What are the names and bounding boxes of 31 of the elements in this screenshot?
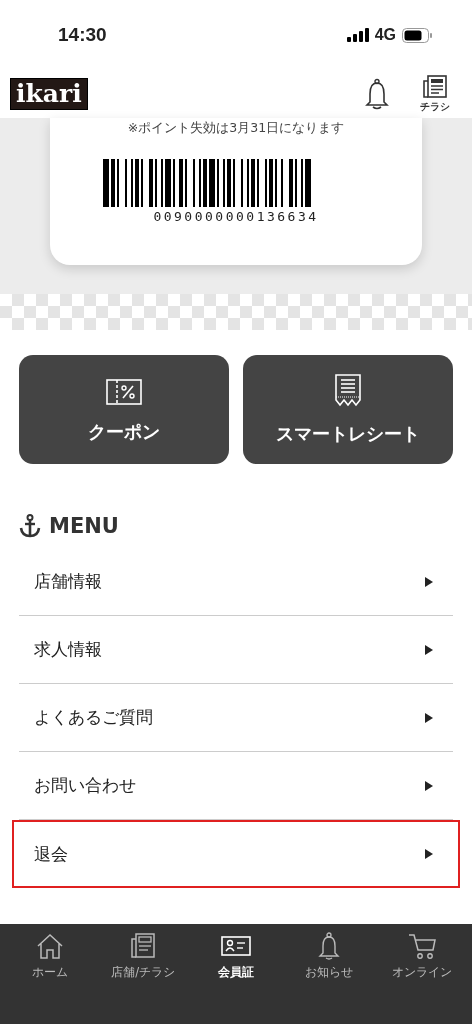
menu-item[interactable]: 求人情報 (19, 616, 453, 684)
menu-item[interactable]: よくあるご質問 (19, 684, 453, 752)
coupon-button[interactable]: クーポン (19, 355, 229, 464)
menu-item[interactable]: 店舗情報 (19, 548, 453, 616)
triangle-icon (424, 575, 434, 588)
triangle-icon (424, 711, 434, 724)
network-label: 4G (374, 26, 396, 44)
menu-item[interactable]: 退会 (12, 820, 460, 888)
receipt-icon (335, 373, 361, 408)
tab[interactable]: 会員証 (189, 932, 283, 980)
barcode-number: 0090000000136634 (153, 209, 319, 224)
triangle-icon (424, 779, 434, 792)
clock-time: 14:30 (58, 24, 107, 46)
tab[interactable]: オンライン (375, 932, 468, 980)
triangle-icon (424, 643, 434, 656)
flyer-button[interactable]: チラシ (420, 74, 450, 114)
tab[interactable]: ホーム (4, 932, 97, 980)
battery-icon (402, 27, 432, 43)
tab[interactable]: お知らせ (282, 932, 376, 980)
triangle-icon (424, 848, 434, 860)
menu-title: MENU (49, 514, 119, 538)
signal-icon (346, 28, 369, 42)
receipt-button[interactable]: スマートレシート (243, 355, 453, 464)
logo[interactable]: ikari (10, 78, 88, 110)
bell-icon[interactable] (364, 78, 390, 110)
tab[interactable]: 店舗/チラシ (96, 932, 190, 980)
anchor-icon (19, 514, 41, 538)
expiry-notice: ※ポイント失効は3月31日になります (127, 120, 345, 137)
cart-icon (406, 932, 437, 960)
newspaper-icon (423, 74, 447, 99)
menu-item[interactable]: お問い合わせ (19, 752, 453, 820)
